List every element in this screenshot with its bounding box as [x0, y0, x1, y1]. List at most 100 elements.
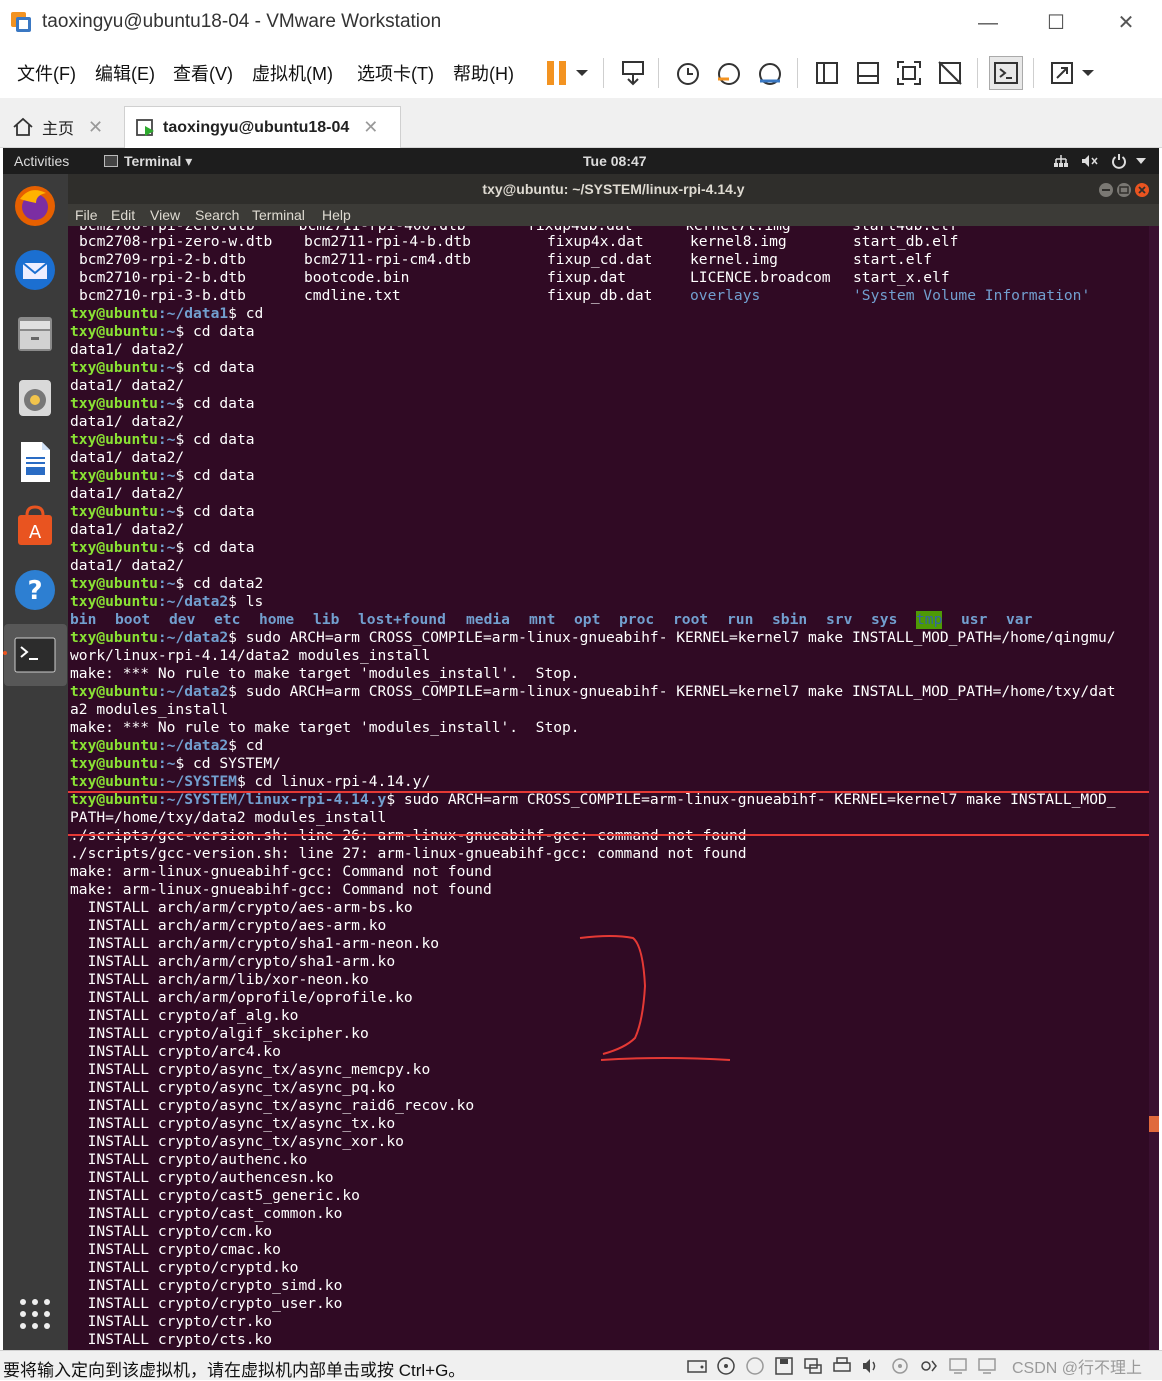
terminal-menu-terminal[interactable]: Terminal	[252, 207, 305, 223]
thumbnail-icon	[857, 62, 879, 84]
tab-vm[interactable]: taoxingyu@ubuntu18-04 ✕	[124, 106, 401, 148]
window-buttons-icon[interactable]	[1098, 182, 1154, 198]
network-icon[interactable]	[1053, 154, 1069, 168]
listing-entry: bcm2708-rpi-zero-w.dtb	[79, 233, 273, 250]
dock-thunderbird[interactable]	[11, 246, 59, 294]
save-icon[interactable]	[774, 1357, 794, 1375]
dock-rhythmbox[interactable]	[11, 374, 59, 422]
terminal-menu-search[interactable]: Search	[195, 207, 239, 223]
revert-snapshot-icon	[718, 63, 740, 85]
menu-edit[interactable]: 编辑(E)	[95, 60, 155, 86]
install-prefix: INSTALL	[70, 1133, 158, 1150]
chevron-down-icon[interactable]	[1136, 158, 1146, 165]
show-library-button[interactable]	[810, 56, 844, 90]
usb-icon[interactable]	[890, 1357, 910, 1375]
terminal-menu-view[interactable]: View	[150, 207, 180, 223]
listing-entry: fixup4x.dat	[547, 233, 644, 250]
ls-entry: lost+found	[358, 611, 446, 628]
clock[interactable]: Tue 08:47	[583, 153, 647, 169]
install-prefix: INSTALL	[70, 1223, 158, 1240]
dock-software[interactable]: A	[11, 502, 59, 550]
tab-home[interactable]: 主页 ✕	[4, 106, 116, 148]
tab-vm-close[interactable]: ✕	[363, 117, 378, 138]
menu-vm[interactable]: 虚拟机(M)	[252, 60, 333, 86]
close-button[interactable]: ✕	[1106, 8, 1146, 38]
dock-files[interactable]	[11, 310, 59, 358]
menu-help[interactable]: 帮助(H)	[453, 60, 514, 86]
ls-entry: root	[673, 611, 709, 628]
hard-disk-icon[interactable]	[687, 1357, 707, 1375]
prompt-line: txy@ubuntu:~/data2$ cd	[70, 737, 264, 754]
console-view-button[interactable]	[989, 56, 1023, 90]
snapshot-button[interactable]	[671, 56, 705, 90]
install-path: crypto/algif_skcipher.ko	[157, 1025, 369, 1042]
prompt-line: txy@ubuntu:~/data2$ ls	[70, 593, 264, 610]
terminal-icon	[14, 637, 56, 673]
pause-button[interactable]	[540, 56, 574, 90]
unity-button[interactable]	[933, 56, 967, 90]
chevron-down-icon	[1082, 70, 1094, 76]
terminal-output[interactable]: bcm2708-rpi-zero.dtb bcm2711-rpi-400.dtb…	[68, 226, 1149, 1350]
install-path: crypto/crypto_simd.ko	[157, 1277, 343, 1294]
stretch-button[interactable]	[1045, 56, 1079, 90]
terminal-menu-file[interactable]: File	[75, 207, 98, 223]
show-applications-button[interactable]	[11, 1290, 59, 1338]
cd-rom-icon[interactable]	[716, 1357, 736, 1375]
full-screen-icon	[897, 61, 921, 85]
sound-icon[interactable]	[861, 1357, 881, 1375]
install-path: crypto/async_tx/async_pq.ko	[157, 1079, 396, 1096]
chevron-down-icon	[576, 70, 588, 76]
terminal-menu-help[interactable]: Help	[322, 207, 351, 223]
dock-terminal[interactable]	[11, 631, 59, 679]
scrollbar-thumb[interactable]	[1149, 1116, 1159, 1132]
tab-vm-label: taoxingyu@ubuntu18-04	[163, 118, 350, 136]
output-line: data1/ data2/	[70, 521, 185, 538]
install-line: INSTALL crypto/authencesn.ko	[70, 1169, 334, 1187]
activities-button[interactable]: Activities	[14, 153, 69, 169]
printer-icon[interactable]	[832, 1357, 852, 1375]
error-line: ./scripts/gcc-version.sh: line 27: arm-l…	[70, 845, 747, 862]
tab-home-close[interactable]: ✕	[88, 117, 103, 138]
dock-writer[interactable]	[11, 438, 59, 486]
ls-entry: run	[727, 611, 754, 628]
window-title: taoxingyu@ubuntu18-04 - VMware Workstati…	[42, 11, 442, 32]
maximize-button[interactable]: ☐	[1036, 8, 1076, 38]
install-path: crypto/cryptd.ko	[157, 1259, 299, 1276]
listing-entry: bcm2709-rpi-2-b.dtb	[79, 251, 246, 268]
rhythmbox-icon	[19, 380, 51, 416]
bluetooth-icon[interactable]	[919, 1357, 939, 1375]
network-adapter-icon[interactable]	[803, 1357, 823, 1375]
menu-file[interactable]: 文件(F)	[17, 60, 76, 86]
send-keys-button[interactable]	[616, 56, 650, 90]
stretch-dropdown[interactable]	[1076, 56, 1100, 90]
listing-entry: bcm2710-rpi-2-b.dtb	[79, 269, 246, 286]
listing-entry: LICENCE.broadcom	[690, 269, 831, 286]
dock-firefox[interactable]	[11, 182, 59, 230]
svg-text:A: A	[29, 522, 42, 543]
minimize-button[interactable]: —	[968, 8, 1008, 38]
terminal-scrollbar[interactable]	[1149, 226, 1159, 1350]
volume-icon[interactable]	[1081, 154, 1099, 168]
display-icon[interactable]	[948, 1357, 968, 1375]
display-icon[interactable]	[977, 1357, 997, 1375]
terminal-menu-edit[interactable]: Edit	[111, 207, 135, 223]
status-hint: 要将输入定向到该虚拟机，请在虚拟机内部单击或按 Ctrl+G。	[3, 1361, 466, 1380]
prompt-line: txy@ubuntu:~$ cd data	[70, 431, 255, 448]
listing-entry: 'System Volume Information'	[853, 287, 1091, 304]
error-line: make: arm-linux-gnueabihf-gcc: Command n…	[70, 863, 492, 880]
listing-entry: kernel8.img	[690, 233, 787, 250]
ls-entry: proc	[619, 611, 655, 628]
listing-entry: start.elf	[853, 251, 933, 268]
full-screen-button[interactable]	[892, 56, 926, 90]
pause-dropdown[interactable]	[570, 56, 594, 90]
svg-text:?: ?	[27, 576, 42, 606]
menu-view[interactable]: 查看(V)	[173, 60, 233, 86]
power-icon[interactable]	[1111, 153, 1127, 169]
snapshot-manager-button[interactable]	[753, 56, 787, 90]
floppy-icon[interactable]	[745, 1357, 765, 1375]
revert-snapshot-button[interactable]	[712, 56, 746, 90]
app-menu[interactable]: Terminal ▾	[124, 153, 192, 170]
dock-help[interactable]: ?	[11, 566, 59, 614]
menu-tabs[interactable]: 选项卡(T)	[357, 60, 434, 86]
thumbnail-bar-button[interactable]	[851, 56, 885, 90]
